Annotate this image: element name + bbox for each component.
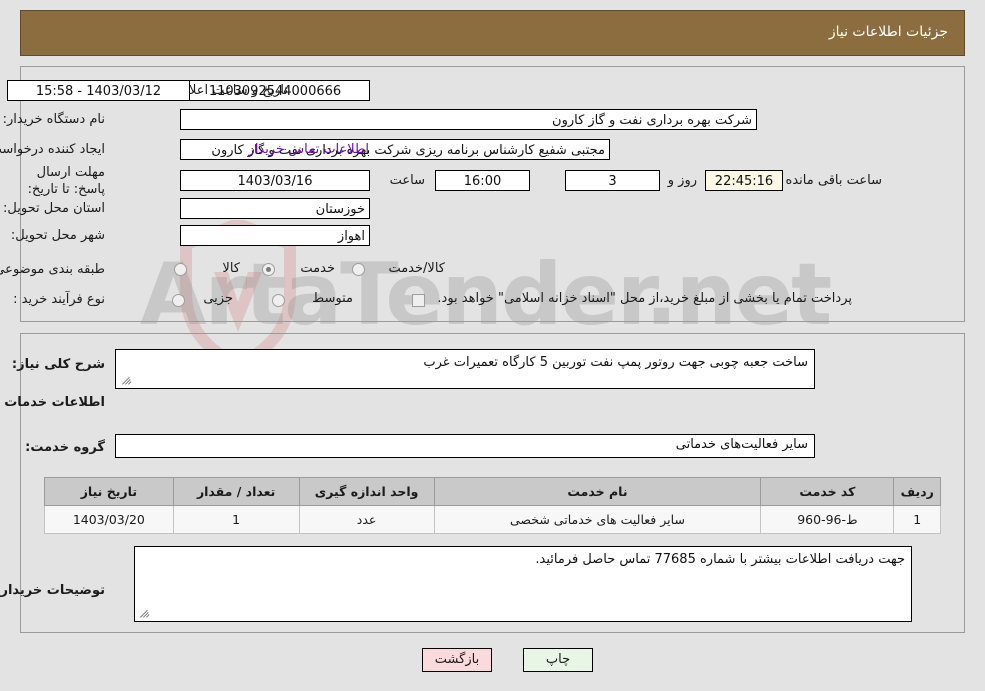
back-button[interactable]: بازگشت [422, 648, 492, 672]
need-info-panel [20, 66, 965, 322]
general-need-label: شرح کلی نیاز: [11, 357, 105, 372]
deadline-label: مهلت ارسال پاسخ: تا تاریخ: [27, 165, 105, 197]
treasury-bonds-checkbox[interactable] [412, 294, 425, 307]
process-option-label-0: جزیی [203, 291, 233, 306]
th-quantity: تعداد / مقدار [172, 477, 300, 506]
buyer-org-field[interactable]: شرکت بهره برداری نفت و گاز کارون [180, 109, 757, 130]
requester-label: ایجاد کننده درخواست: [0, 142, 105, 157]
category-radio-kala-khedmat[interactable] [352, 263, 365, 276]
hour-field[interactable]: 16:00 [435, 170, 530, 191]
th-service-name: نام خدمت [433, 477, 762, 506]
table-header-row: ردیف کد خدمت نام خدمت واحد اندازه گیری ت… [44, 477, 941, 506]
service-group-label: گروه خدمت: [25, 440, 105, 455]
days-and-label: روز و [667, 173, 697, 188]
province-field[interactable]: خوزستان [180, 198, 370, 219]
page-title: جزئیات اطلاعات نیاز [828, 24, 948, 40]
print-button[interactable]: چاپ [523, 648, 593, 672]
process-radio-jozi[interactable] [172, 294, 185, 307]
cell-service-name: سایر فعالیت های خدماتی شخصی [433, 505, 762, 534]
buyer-notes-label: توضیحات خریدار: [0, 583, 105, 598]
th-need-date: تاریخ نیاز [44, 477, 174, 506]
page-root: ArtaTender.net جزئیات اطلاعات نیاز شماره… [0, 0, 985, 691]
services-table: ردیف کد خدمت نام خدمت واحد اندازه گیری ت… [44, 477, 941, 534]
th-row-no: ردیف [893, 477, 941, 506]
deadline-date-field[interactable]: 1403/03/16 [180, 170, 370, 191]
category-radio-khedmat[interactable] [262, 263, 275, 276]
services-info-heading: اطلاعات خدمات مورد نیاز [0, 395, 105, 410]
buyer-contact-link[interactable]: اطلاعات تماس خریدار [249, 142, 369, 157]
category-option-label-0: کالا [222, 261, 240, 276]
announce-datetime-field[interactable]: 1403/03/12 - 15:58 [7, 80, 190, 101]
table-row[interactable]: 1 ط-96-960 سایر فعالیت های خدماتی شخصی ع… [44, 505, 941, 534]
process-label: نوع فرآیند خرید : [13, 292, 105, 307]
buyer-notes-textarea[interactable]: جهت دریافت اطلاعات بیشتر با شماره 77685 … [134, 546, 912, 622]
treasury-bonds-label: پرداخت تمام یا بخشی از مبلغ خرید،از محل … [437, 291, 852, 306]
cell-unit: عدد [298, 505, 435, 534]
category-radio-kala[interactable] [174, 263, 187, 276]
city-field[interactable]: اهواز [180, 225, 370, 246]
category-option-label-2: کالا/خدمت [388, 261, 445, 276]
process-option-label-1: متوسط [312, 291, 353, 306]
remaining-hours-label: ساعت باقی مانده [785, 173, 882, 188]
countdown-field: 22:45:16 [705, 170, 783, 191]
city-label: شهر محل تحویل: [10, 228, 105, 243]
page-header-bar: جزئیات اطلاعات نیاز [20, 10, 965, 56]
category-label: طبقه بندی موضوعی: [0, 262, 105, 277]
requester-field[interactable]: مجتبی شفیع کارشناس برنامه ریزی شرکت بهره… [180, 139, 610, 160]
service-group-field[interactable]: سایر فعالیت‌های خدماتی [115, 434, 815, 458]
cell-service-code: ط-96-960 [760, 505, 895, 534]
cell-quantity: 1 [172, 505, 300, 534]
general-need-textarea[interactable]: ساخت جعبه چوبی جهت روتور پمپ نفت توربین … [115, 349, 815, 389]
cell-row-no: 1 [893, 505, 941, 534]
cell-need-date: 1403/03/20 [44, 505, 174, 534]
th-unit: واحد اندازه گیری [298, 477, 435, 506]
days-field[interactable]: 3 [565, 170, 660, 191]
process-radio-motavaset[interactable] [272, 294, 285, 307]
th-service-code: کد خدمت [760, 477, 895, 506]
hour-label: ساعت [389, 173, 425, 188]
province-label: استان محل تحویل: [3, 201, 105, 216]
buyer-org-label: نام دستگاه خریدار: [2, 112, 105, 127]
category-option-label-1: خدمت [300, 261, 335, 276]
